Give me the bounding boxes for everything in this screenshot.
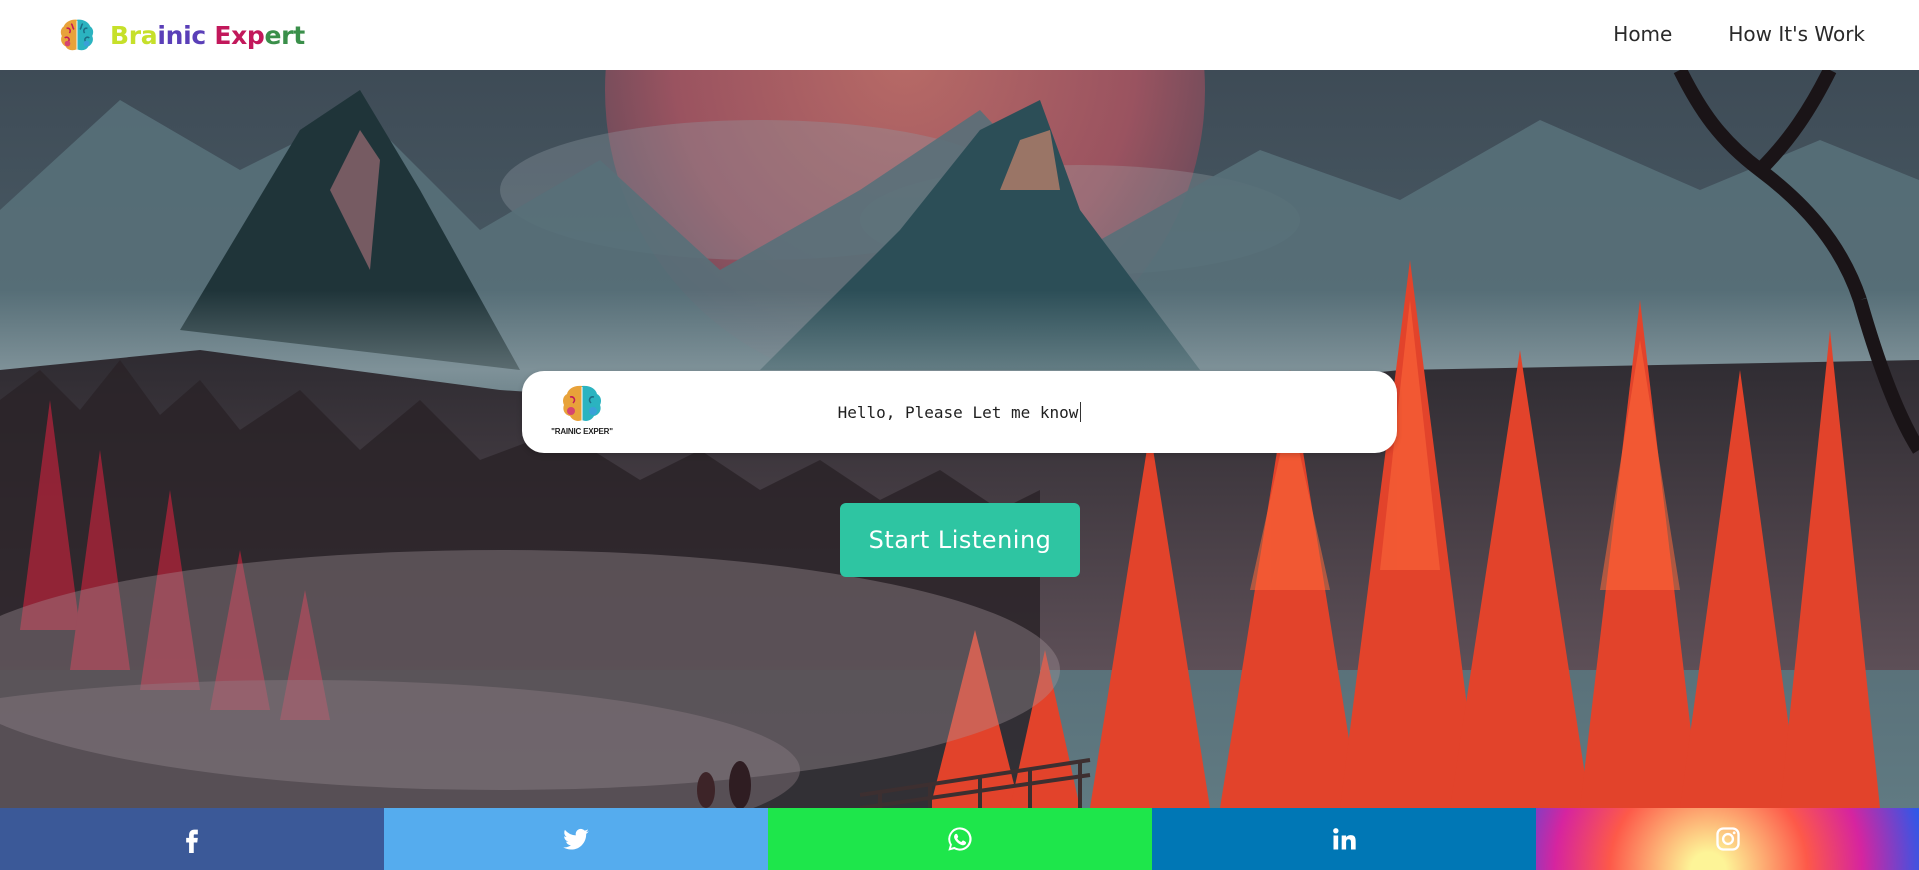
whatsapp-share-button[interactable] [768, 808, 1152, 870]
nav-links: Home How It's Work [1557, 22, 1865, 46]
instagram-icon [1715, 827, 1740, 851]
speech-text-display: Hello, Please Let me know [522, 371, 1397, 453]
brand-name-part: Bra [110, 20, 158, 50]
hero-section: "RAINIC EXPER" Hello, Please Let me know… [0, 70, 1919, 808]
text-caret [1080, 402, 1082, 422]
facebook-share-button[interactable] [0, 808, 384, 870]
brand-name: Brainic Expert [110, 21, 305, 50]
linkedin-icon [1333, 828, 1356, 850]
linkedin-share-button[interactable] [1152, 808, 1536, 870]
start-listening-button[interactable]: Start Listening [840, 503, 1080, 577]
whatsapp-icon [948, 827, 972, 851]
brand[interactable]: Brainic Expert [58, 16, 305, 54]
twitter-share-button[interactable] [384, 808, 768, 870]
speech-text: Hello, Please Let me know [837, 402, 1079, 422]
brain-logo-icon [60, 19, 94, 51]
nav-link-home[interactable]: Home [1613, 22, 1672, 46]
brand-name-part: ert [264, 20, 306, 50]
twitter-icon [563, 828, 589, 850]
navbar: Brainic Expert Home How It's Work [0, 0, 1919, 70]
facebook-icon [186, 829, 198, 853]
speech-output-bar: "RAINIC EXPER" Hello, Please Let me know [522, 371, 1397, 453]
social-share-bar [0, 808, 1919, 870]
instagram-share-button[interactable] [1536, 808, 1919, 870]
nav-link-how-it-works[interactable]: How It's Work [1728, 22, 1865, 46]
brand-name-part: inic [157, 20, 215, 50]
brand-name-part: Exp [214, 20, 265, 50]
